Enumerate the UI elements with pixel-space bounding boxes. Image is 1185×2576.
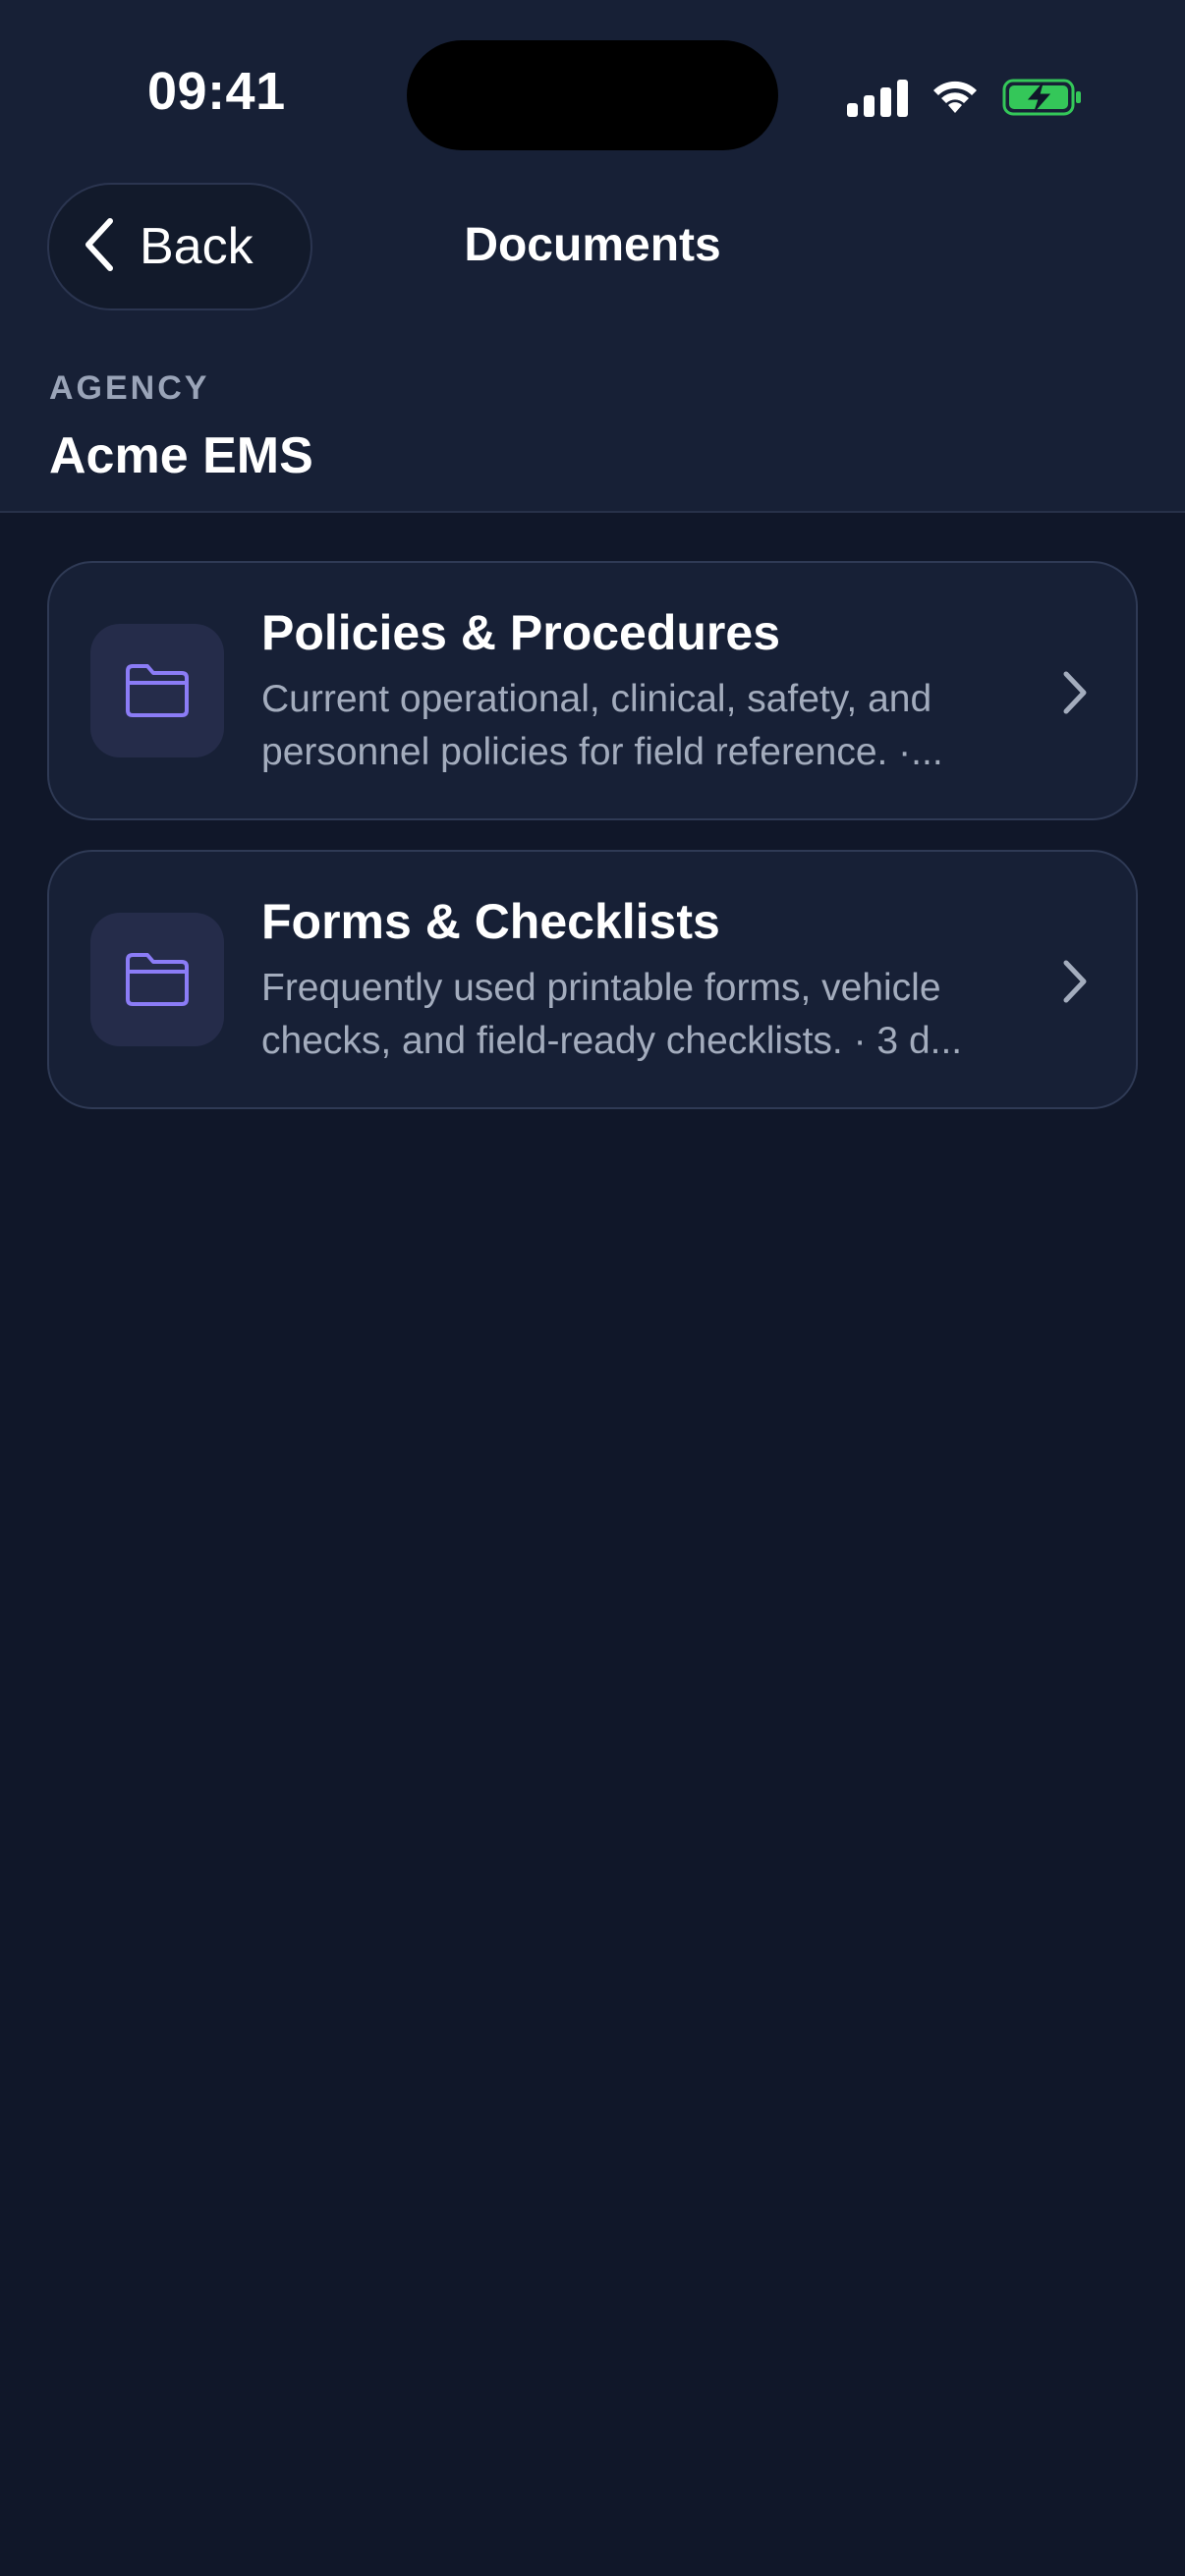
folder-title: Forms & Checklists [261,894,720,949]
page-title: Documents [464,219,721,271]
folder-icon [90,913,224,1046]
folder-description-line: Frequently used printable forms, vehicle [261,967,941,1009]
folder-description: Current operational, clinical, safety, a… [261,673,1047,779]
folder-description-line: checks, and field-ready checklists. · 3 … [261,1020,963,1062]
documents-screen: 09:41 Back Documents AGENCY Acme EMS Pol… [0,0,1185,2576]
battery-charging-icon [1002,78,1083,117]
folder-icon [90,624,224,757]
folder-description-line: personnel policies for field reference. … [261,731,943,773]
chevron-right-icon [1061,669,1089,721]
status-time: 09:41 [147,62,286,121]
cellular-signal-icon [847,78,908,117]
folder-title: Policies & Procedures [261,605,781,660]
agency-label: AGENCY [49,369,210,407]
dynamic-island [407,40,778,150]
wifi-icon [930,78,981,117]
folder-card-policies[interactable]: Policies & Procedures Current operationa… [47,561,1138,820]
header-region: 09:41 Back Documents AGENCY Acme EMS [0,0,1185,513]
agency-name: Acme EMS [49,427,313,484]
chevron-right-icon [1061,958,1089,1010]
folder-card-forms[interactable]: Forms & Checklists Frequently used print… [47,850,1138,1109]
status-icons [847,71,1083,124]
folder-description-line: Current operational, clinical, safety, a… [261,678,932,720]
folder-description: Frequently used printable forms, vehicle… [261,962,1047,1068]
